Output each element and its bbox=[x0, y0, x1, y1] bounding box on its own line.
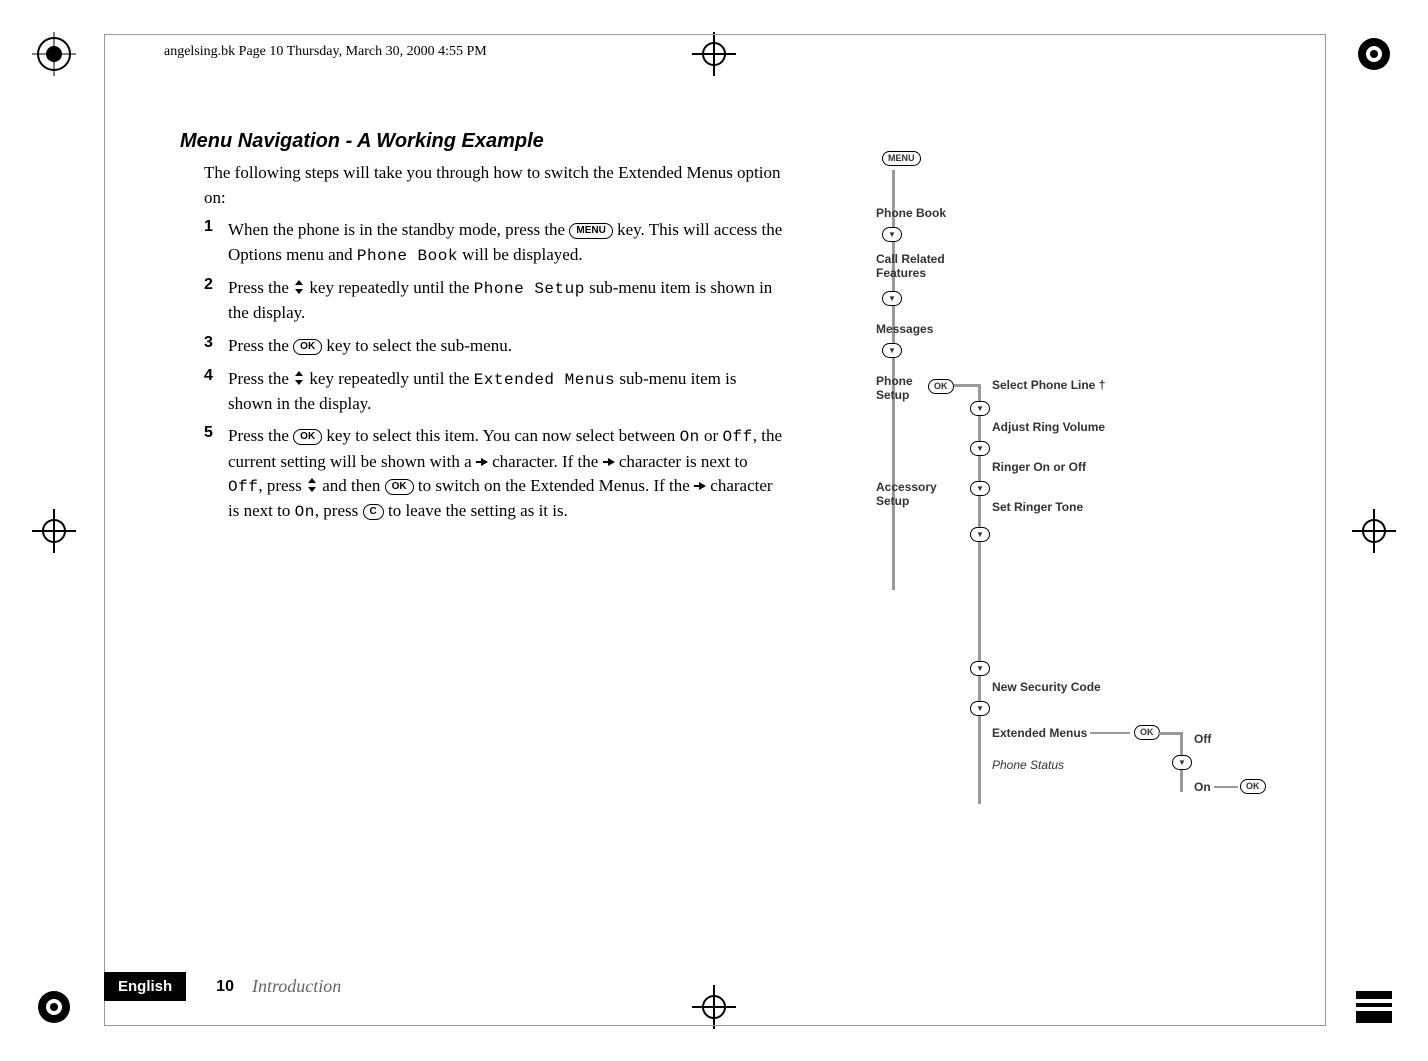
step-text: Press the OK key to select the sub-menu. bbox=[228, 334, 784, 359]
step-text: Press the key repeatedly until the Phone… bbox=[228, 276, 784, 326]
ok-keycap-icon: OK bbox=[928, 379, 954, 394]
diagram-label: Messages bbox=[876, 322, 933, 336]
menu-keycap-icon: MENU bbox=[882, 151, 921, 166]
step-text: Press the key repeatedly until the Exten… bbox=[228, 367, 784, 417]
display-text: Phone Book bbox=[357, 247, 458, 265]
page-footer: English 10 Introduction bbox=[104, 972, 341, 1001]
diagram-label: Ringer On or Off bbox=[992, 460, 1086, 474]
step-number: 1 bbox=[204, 218, 228, 268]
down-keycap-icon bbox=[882, 343, 902, 358]
display-text: On bbox=[295, 503, 315, 521]
c-keycap-icon: C bbox=[363, 504, 384, 520]
ok-keycap-icon: OK bbox=[1134, 725, 1160, 740]
nav-key-icon bbox=[293, 371, 305, 385]
menu-keycap-icon: MENU bbox=[569, 223, 612, 239]
step-number: 2 bbox=[204, 276, 228, 326]
crop-mark bbox=[1352, 509, 1396, 553]
crop-mark bbox=[32, 509, 76, 553]
step-text: When the phone is in the standby mode, p… bbox=[228, 218, 784, 268]
registration-mark bbox=[32, 985, 76, 1029]
diagram-label: Set Ringer Tone bbox=[992, 500, 1083, 514]
display-text: Extended Menus bbox=[474, 371, 615, 389]
intro-text: The following steps will take you throug… bbox=[204, 161, 784, 210]
diagram-label: Accessory Setup bbox=[876, 480, 946, 508]
list-item: 2 Press the key repeatedly until the Pho… bbox=[204, 276, 784, 326]
list-item: 4 Press the key repeatedly until the Ext… bbox=[204, 367, 784, 417]
display-text: Phone Setup bbox=[474, 280, 585, 298]
ok-keycap-icon: OK bbox=[293, 339, 322, 355]
registration-mark bbox=[1352, 32, 1396, 76]
list-item: 3 Press the OK key to select the sub-men… bbox=[204, 334, 784, 359]
step-number: 3 bbox=[204, 334, 228, 359]
step-text: Press the OK key to select this item. Yo… bbox=[228, 424, 784, 524]
diagram-connector bbox=[1158, 732, 1182, 735]
down-keycap-icon bbox=[970, 401, 990, 416]
nav-key-icon bbox=[306, 478, 318, 492]
diagram-label: Off bbox=[1194, 732, 1211, 746]
diagram-label: Call Related Features bbox=[876, 252, 966, 280]
section-title: Introduction bbox=[252, 976, 341, 997]
registration-mark bbox=[1352, 985, 1396, 1029]
down-keycap-icon bbox=[970, 701, 990, 716]
step-number: 4 bbox=[204, 367, 228, 417]
ok-keycap-icon: OK bbox=[293, 429, 322, 445]
list-item: 5 Press the OK key to select this item. … bbox=[204, 424, 784, 524]
display-text: Off bbox=[228, 478, 258, 496]
steps-list: 1 When the phone is in the standby mode,… bbox=[204, 218, 784, 524]
diagram-connector bbox=[1090, 732, 1130, 734]
print-header-caption: angelsing.bk Page 10 Thursday, March 30,… bbox=[164, 44, 487, 60]
page-number: 10 bbox=[216, 978, 234, 996]
language-tab: English bbox=[104, 972, 186, 1001]
registration-mark bbox=[32, 32, 76, 76]
diagram-label: Phone Status bbox=[992, 758, 1064, 772]
diagram-label: Phone Book bbox=[876, 206, 946, 220]
diagram-label: New Security Code bbox=[992, 680, 1101, 694]
diagram-label: On bbox=[1194, 780, 1211, 794]
down-keycap-icon bbox=[970, 441, 990, 456]
diagram-label: Select Phone Line † bbox=[992, 378, 1105, 392]
list-item: 1 When the phone is in the standby mode,… bbox=[204, 218, 784, 268]
down-keycap-icon bbox=[970, 481, 990, 496]
diagram-label: Adjust Ring Volume bbox=[992, 420, 1105, 434]
diagram-connector bbox=[954, 384, 980, 387]
ok-keycap-icon: OK bbox=[1240, 779, 1266, 794]
step-number: 5 bbox=[204, 424, 228, 524]
display-text: Off bbox=[722, 428, 752, 446]
nav-key-icon bbox=[293, 280, 305, 294]
down-keycap-icon bbox=[882, 291, 902, 306]
down-keycap-icon bbox=[1172, 755, 1192, 770]
display-text: On bbox=[680, 428, 700, 446]
diagram-connector bbox=[1214, 786, 1238, 788]
down-keycap-icon bbox=[882, 227, 902, 242]
down-keycap-icon bbox=[970, 527, 990, 542]
menu-flow-diagram: MENU Phone Book Call Related Features Me… bbox=[858, 150, 1278, 890]
down-keycap-icon bbox=[970, 661, 990, 676]
ok-keycap-icon: OK bbox=[385, 479, 414, 495]
diagram-label: Phone Setup bbox=[876, 374, 926, 402]
diagram-label: Extended Menus bbox=[992, 726, 1087, 740]
